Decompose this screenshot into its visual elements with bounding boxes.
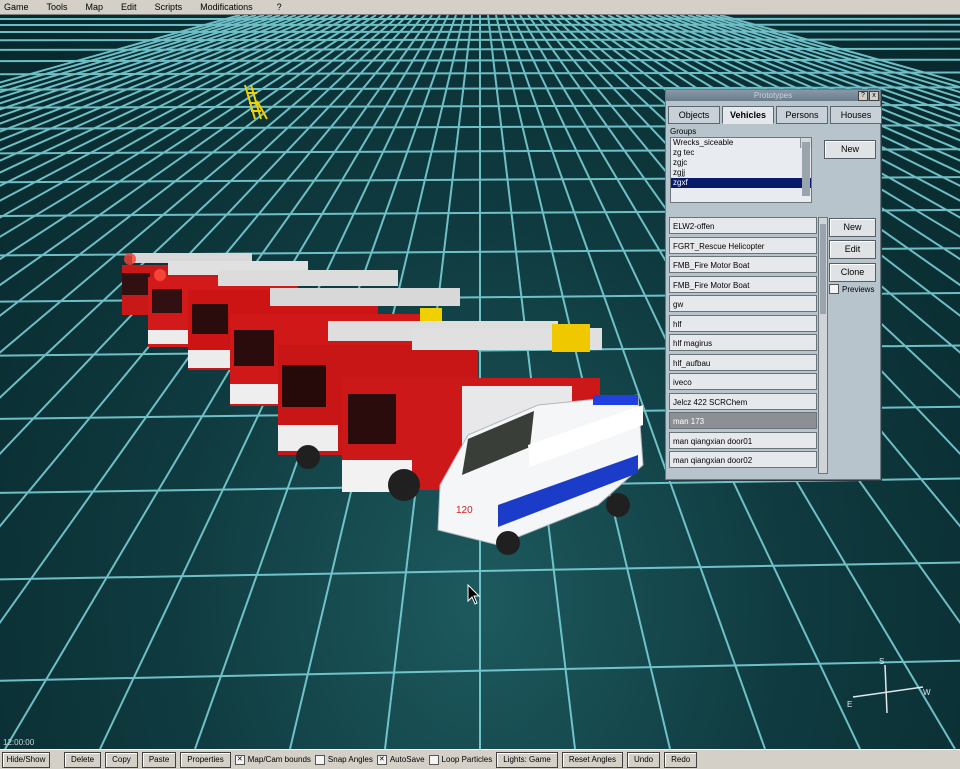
new-prototype-button[interactable]: New <box>829 218 876 237</box>
list-item[interactable]: ELW2-offen <box>669 217 817 234</box>
menu-game[interactable]: Game <box>0 2 29 12</box>
list-item[interactable]: iveco <box>669 373 817 390</box>
loop-particles-toggle[interactable]: Loop Particles <box>429 755 493 765</box>
snap-angles-checkbox[interactable] <box>315 755 325 765</box>
previews-label: Previews <box>842 285 874 294</box>
new-group-button[interactable]: New <box>824 140 876 159</box>
map-cam-bounds-toggle[interactable]: Map/Cam bounds <box>235 755 311 765</box>
tab-persons[interactable]: Persons <box>776 106 828 124</box>
panel-title: Prototypes <box>754 91 792 100</box>
menu-bar: Game Tools Map Edit Scripts Modification… <box>0 0 960 15</box>
group-item[interactable]: zgjj <box>671 168 811 178</box>
game-clock: 12:00:00 <box>3 738 34 747</box>
copy-button[interactable]: Copy <box>105 752 138 768</box>
svg-text:120: 120 <box>456 505 473 516</box>
redo-button[interactable]: Redo <box>664 752 697 768</box>
tab-vehicles[interactable]: Vehicles <box>722 106 774 124</box>
group-item[interactable]: zgjc <box>671 158 811 168</box>
group-item[interactable]: zg tec <box>671 148 811 158</box>
list-item[interactable]: FGRT_Rescue Helicopter <box>669 237 817 254</box>
properties-button[interactable]: Properties <box>180 752 230 768</box>
prototype-list[interactable]: ELW2-offen FGRT_Rescue Helicopter FMB_Fi… <box>669 217 827 472</box>
menu-edit[interactable]: Edit <box>103 2 137 12</box>
edit-prototype-button[interactable]: Edit <box>829 240 876 259</box>
hide-show-button[interactable]: Hide/Show <box>2 752 50 768</box>
list-item[interactable]: hlf <box>669 315 817 332</box>
reset-angles-button[interactable]: Reset Angles <box>562 752 623 768</box>
panel-title-bar[interactable]: Prototypes ? x <box>666 90 880 101</box>
list-item[interactable]: gw <box>669 295 817 312</box>
list-item[interactable]: man qiangxian door02 <box>669 451 817 468</box>
groups-list[interactable]: Wrecks_siceable zg tec zgjc zgjj zgxf <box>670 137 812 203</box>
autosave-toggle[interactable]: AutoSave <box>377 755 425 765</box>
group-item[interactable]: Wrecks_siceable <box>671 138 811 148</box>
list-item[interactable]: FMB_Fire Motor Boat <box>669 276 817 293</box>
compass-gizmo: S E W <box>845 655 935 725</box>
clone-prototype-button[interactable]: Clone <box>829 263 876 282</box>
loop-particles-checkbox[interactable] <box>429 755 439 765</box>
tab-houses[interactable]: Houses <box>830 106 882 124</box>
previews-checkbox[interactable] <box>829 284 839 294</box>
autosave-label: AutoSave <box>390 755 425 764</box>
map-cam-bounds-label: Map/Cam bounds <box>248 755 311 764</box>
compass-label-e: E <box>847 700 852 709</box>
prototype-list-scrollbar[interactable] <box>818 217 828 474</box>
delete-button[interactable]: Delete <box>64 752 101 768</box>
snap-angles-toggle[interactable]: Snap Angles <box>315 755 373 765</box>
previews-option[interactable]: Previews <box>829 284 874 294</box>
mouse-cursor <box>468 585 479 604</box>
paste-button[interactable]: Paste <box>142 752 176 768</box>
menu-help[interactable]: ? <box>253 2 282 12</box>
list-item-selected[interactable]: man 173 <box>669 412 817 429</box>
menu-map[interactable]: Map <box>68 2 104 12</box>
map-cam-bounds-checkbox[interactable] <box>235 755 245 765</box>
autosave-checkbox[interactable] <box>377 755 387 765</box>
menu-modifications[interactable]: Modifications <box>182 2 253 12</box>
close-button[interactable]: x <box>869 91 879 101</box>
editor-toolbar: Hide/Show Delete Copy Paste Properties M… <box>0 749 960 769</box>
menu-tools[interactable]: Tools <box>29 2 68 12</box>
help-button[interactable]: ? <box>858 91 868 101</box>
snap-angles-label: Snap Angles <box>328 755 373 764</box>
group-item-selected[interactable]: zgxf <box>671 178 811 188</box>
list-item[interactable]: man qiangxian door01 <box>669 432 817 449</box>
loop-particles-label: Loop Particles <box>442 755 493 764</box>
compass-label-s: S <box>879 657 884 666</box>
list-item[interactable]: hlf_aufbau <box>669 354 817 371</box>
undo-button[interactable]: Undo <box>627 752 660 768</box>
list-item[interactable]: FMB_Fire Motor Boat <box>669 256 817 273</box>
ladder-object <box>245 85 267 119</box>
prototypes-panel: Prototypes ? x Objects Vehicles Persons … <box>665 89 881 480</box>
groups-label: Groups <box>670 127 696 136</box>
groups-scrollbar[interactable] <box>800 138 811 148</box>
lights-button[interactable]: Lights: Game <box>496 752 558 768</box>
list-item[interactable]: Jelcz 422 SCRChem <box>669 393 817 410</box>
compass-label-w: W <box>923 688 931 697</box>
menu-scripts[interactable]: Scripts <box>137 2 183 12</box>
prototype-tabs: Objects Vehicles Persons Houses <box>668 106 884 124</box>
list-item[interactable]: hlf magirus <box>669 334 817 351</box>
tab-objects[interactable]: Objects <box>668 106 720 124</box>
